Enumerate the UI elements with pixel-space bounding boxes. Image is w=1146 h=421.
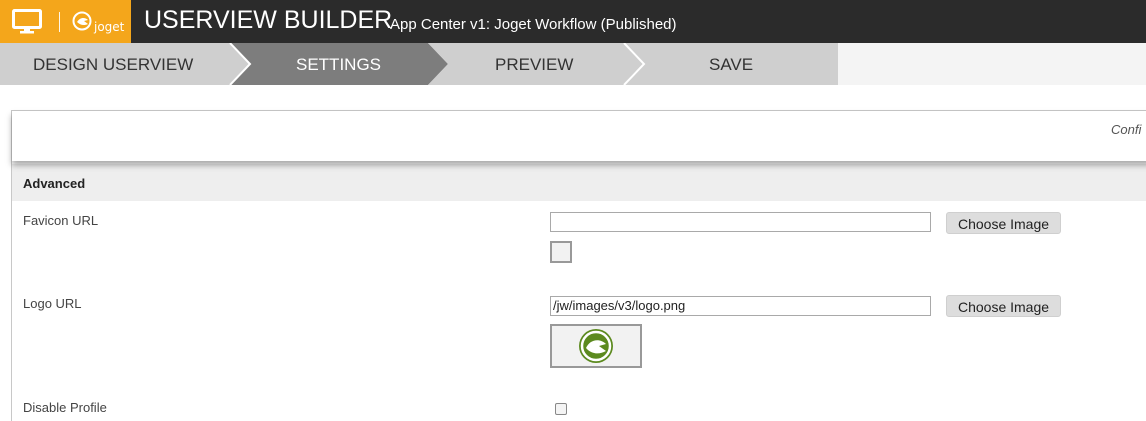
favicon-choose-image-button[interactable]: Choose Image	[946, 212, 1061, 234]
favicon-preview	[550, 241, 572, 263]
logo-divider	[59, 12, 60, 32]
configure-label: Confi	[1111, 122, 1142, 137]
favicon-url-label: Favicon URL	[23, 213, 99, 228]
panel-header: Confi	[12, 111, 1146, 161]
logo-url-input[interactable]	[550, 296, 931, 316]
step-settings[interactable]: SETTINGS	[296, 55, 381, 75]
page-title: USERVIEW BUILDER	[144, 6, 393, 34]
disable-profile-checkbox[interactable]	[555, 403, 567, 415]
logo-choose-image-button[interactable]: Choose Image	[946, 295, 1061, 317]
logo-preview	[550, 324, 642, 368]
top-header: joget USERVIEW BUILDER App Center v1: Jo…	[0, 0, 1146, 43]
app-subtitle: App Center v1: Joget Workflow (Published…	[390, 16, 677, 33]
settings-panel: Confi Advanced Favicon URL Choose Image …	[11, 110, 1146, 421]
favicon-url-input[interactable]	[550, 212, 931, 232]
brand-block: joget	[0, 0, 131, 43]
step-design-userview[interactable]: DESIGN USERVIEW	[33, 55, 193, 75]
section-header-advanced: Advanced	[12, 164, 1146, 201]
disable-profile-label: Disable Profile	[23, 400, 107, 415]
step-preview[interactable]: PREVIEW	[495, 55, 573, 75]
section-title: Advanced	[23, 176, 86, 191]
joget-logo-preview-icon	[579, 329, 613, 363]
monitor-icon[interactable]	[12, 9, 42, 34]
joget-logo-text: joget	[94, 20, 125, 34]
step-save[interactable]: SAVE	[709, 55, 753, 75]
step-bar: DESIGN USERVIEW SETTINGS PREVIEW SAVE	[0, 43, 1146, 85]
logo-url-label: Logo URL	[23, 296, 82, 311]
